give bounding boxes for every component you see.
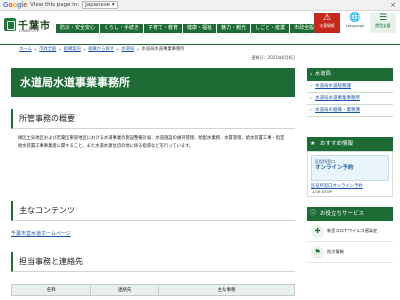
header-tiles: ⚠ 災害情報 🌐 Language ☰ 閲覧支援 — [314, 13, 396, 33]
language-button[interactable]: 🌐 Language — [342, 13, 368, 33]
translate-language-select[interactable]: Japanese ▾ — [82, 1, 118, 9]
overview-body: 緑区土気地区および若葉区東部地区における水道事業の施設整備計画、水道施設の維持管… — [18, 136, 285, 149]
contact-heading: 担当事務と連絡先 — [11, 252, 295, 272]
close-icon[interactable]: × — [390, 1, 396, 9]
flag-icon: ⚑ — [311, 245, 324, 259]
thumb-icon: ★ — [310, 140, 316, 147]
recommend-banner[interactable]: 区役所窓口 オンライン予約 — [311, 155, 389, 181]
breadcrumb-org[interactable]: 組織案内 — [64, 46, 81, 52]
nav-item-health[interactable]: 健康・福祉 — [183, 24, 218, 33]
recommend-card: 区役所窓口 オンライン予約 区役所窓口オンライン予約 1/16 STOP — [307, 151, 393, 197]
nav-item-tourism[interactable]: 魅力・観光 — [217, 24, 252, 33]
city-sub: CHIBA CITY — [19, 29, 39, 33]
table-header-row: 名称 連絡先 主な事務 — [10, 284, 295, 296]
service-covid[interactable]: ✚ 新型コロナウイルス感染症 — [307, 221, 393, 242]
col-contact: 連絡先 — [90, 284, 160, 296]
col-duties: 主な事務 — [158, 284, 295, 296]
sidebar-item-organization[interactable]: 水道局の組織・業務課 — [307, 105, 393, 117]
medical-icon: ✚ — [311, 224, 324, 238]
contact-table: 名称 連絡先 主な事務 — [10, 284, 295, 296]
info-icon: ⓘ — [310, 210, 317, 217]
disaster-info-button[interactable]: ⚠ 災害情報 — [314, 13, 340, 33]
breadcrumb: ホーム > 市政全般 > 組織案内 > 組織から探す > 水道局 > 水道局水道事業事務所 — [19, 46, 185, 53]
contents-heading: 主なコンテンツ — [11, 201, 295, 221]
google-logo: Google — [3, 1, 28, 9]
breadcrumb-current: 水道局水道事業事務所 — [141, 47, 185, 52]
breadcrumb-search-org[interactable]: 組織から探す — [88, 46, 114, 52]
nav-item-living[interactable]: くらし・手続き — [100, 24, 145, 33]
sidebar: 水道局 水道局水道総務課 水道局水道事業事務所 水道局の組織・業務課 ★ おすす… — [307, 68, 393, 263]
breadcrumb-water-bureau[interactable]: 水道局 — [121, 46, 134, 52]
city-emblem-icon — [4, 18, 16, 31]
water-homepage-link[interactable]: 千葉市営水道ホームページ — [11, 230, 71, 237]
overview-heading: 所管事務の概要 — [11, 109, 295, 129]
translate-prompt: View this page in: — [30, 2, 80, 8]
accessibility-button[interactable]: ☰ 閲覧支援 — [370, 13, 396, 33]
sidebar-item-water-office[interactable]: 水道局水道事業事務所 — [307, 93, 393, 105]
nav-item-business[interactable]: しごと・産業 — [251, 24, 291, 33]
page-title: 水道局水道事業事務所 — [11, 68, 295, 97]
nav-item-safety[interactable]: 防災・安全安心 — [56, 24, 101, 33]
nav-item-education[interactable]: 子育て・教育 — [144, 24, 184, 33]
sidebar-list: 水道局水道総務課 水道局水道事業事務所 水道局の組織・業務課 — [307, 81, 393, 117]
global-nav: 防災・安全安心 くらし・手続き 子育て・教育 健康・福祉 魅力・観光 しごと・産… — [56, 24, 320, 33]
sidebar-item-general-affairs[interactable]: 水道局水道総務課 — [307, 81, 393, 93]
sidebar-section-title[interactable]: 水道局 — [307, 68, 393, 81]
recommend-heading: ★ おすすめ情報 — [307, 137, 393, 151]
service-disaster[interactable]: ⚑ 防災情報 — [307, 242, 393, 263]
city-logo[interactable]: 千葉市 CHIBA CITY — [4, 17, 51, 33]
carousel-pager[interactable]: 1/16 STOP — [312, 189, 332, 194]
services-heading: ⓘ お役立ちサービス — [307, 207, 393, 221]
breadcrumb-home[interactable]: ホーム — [19, 46, 32, 52]
breadcrumb-city[interactable]: 市政全般 — [39, 46, 56, 52]
updated-date: 更新日：2021年6月6日 — [251, 55, 295, 60]
site-header: 千葉市 CHIBA CITY 防災・安全安心 くらし・手続き 子育て・教育 健康… — [0, 11, 400, 44]
col-name: 名称 — [10, 284, 92, 296]
translate-bar: Google View this page in: Japanese ▾ × — [0, 0, 400, 11]
